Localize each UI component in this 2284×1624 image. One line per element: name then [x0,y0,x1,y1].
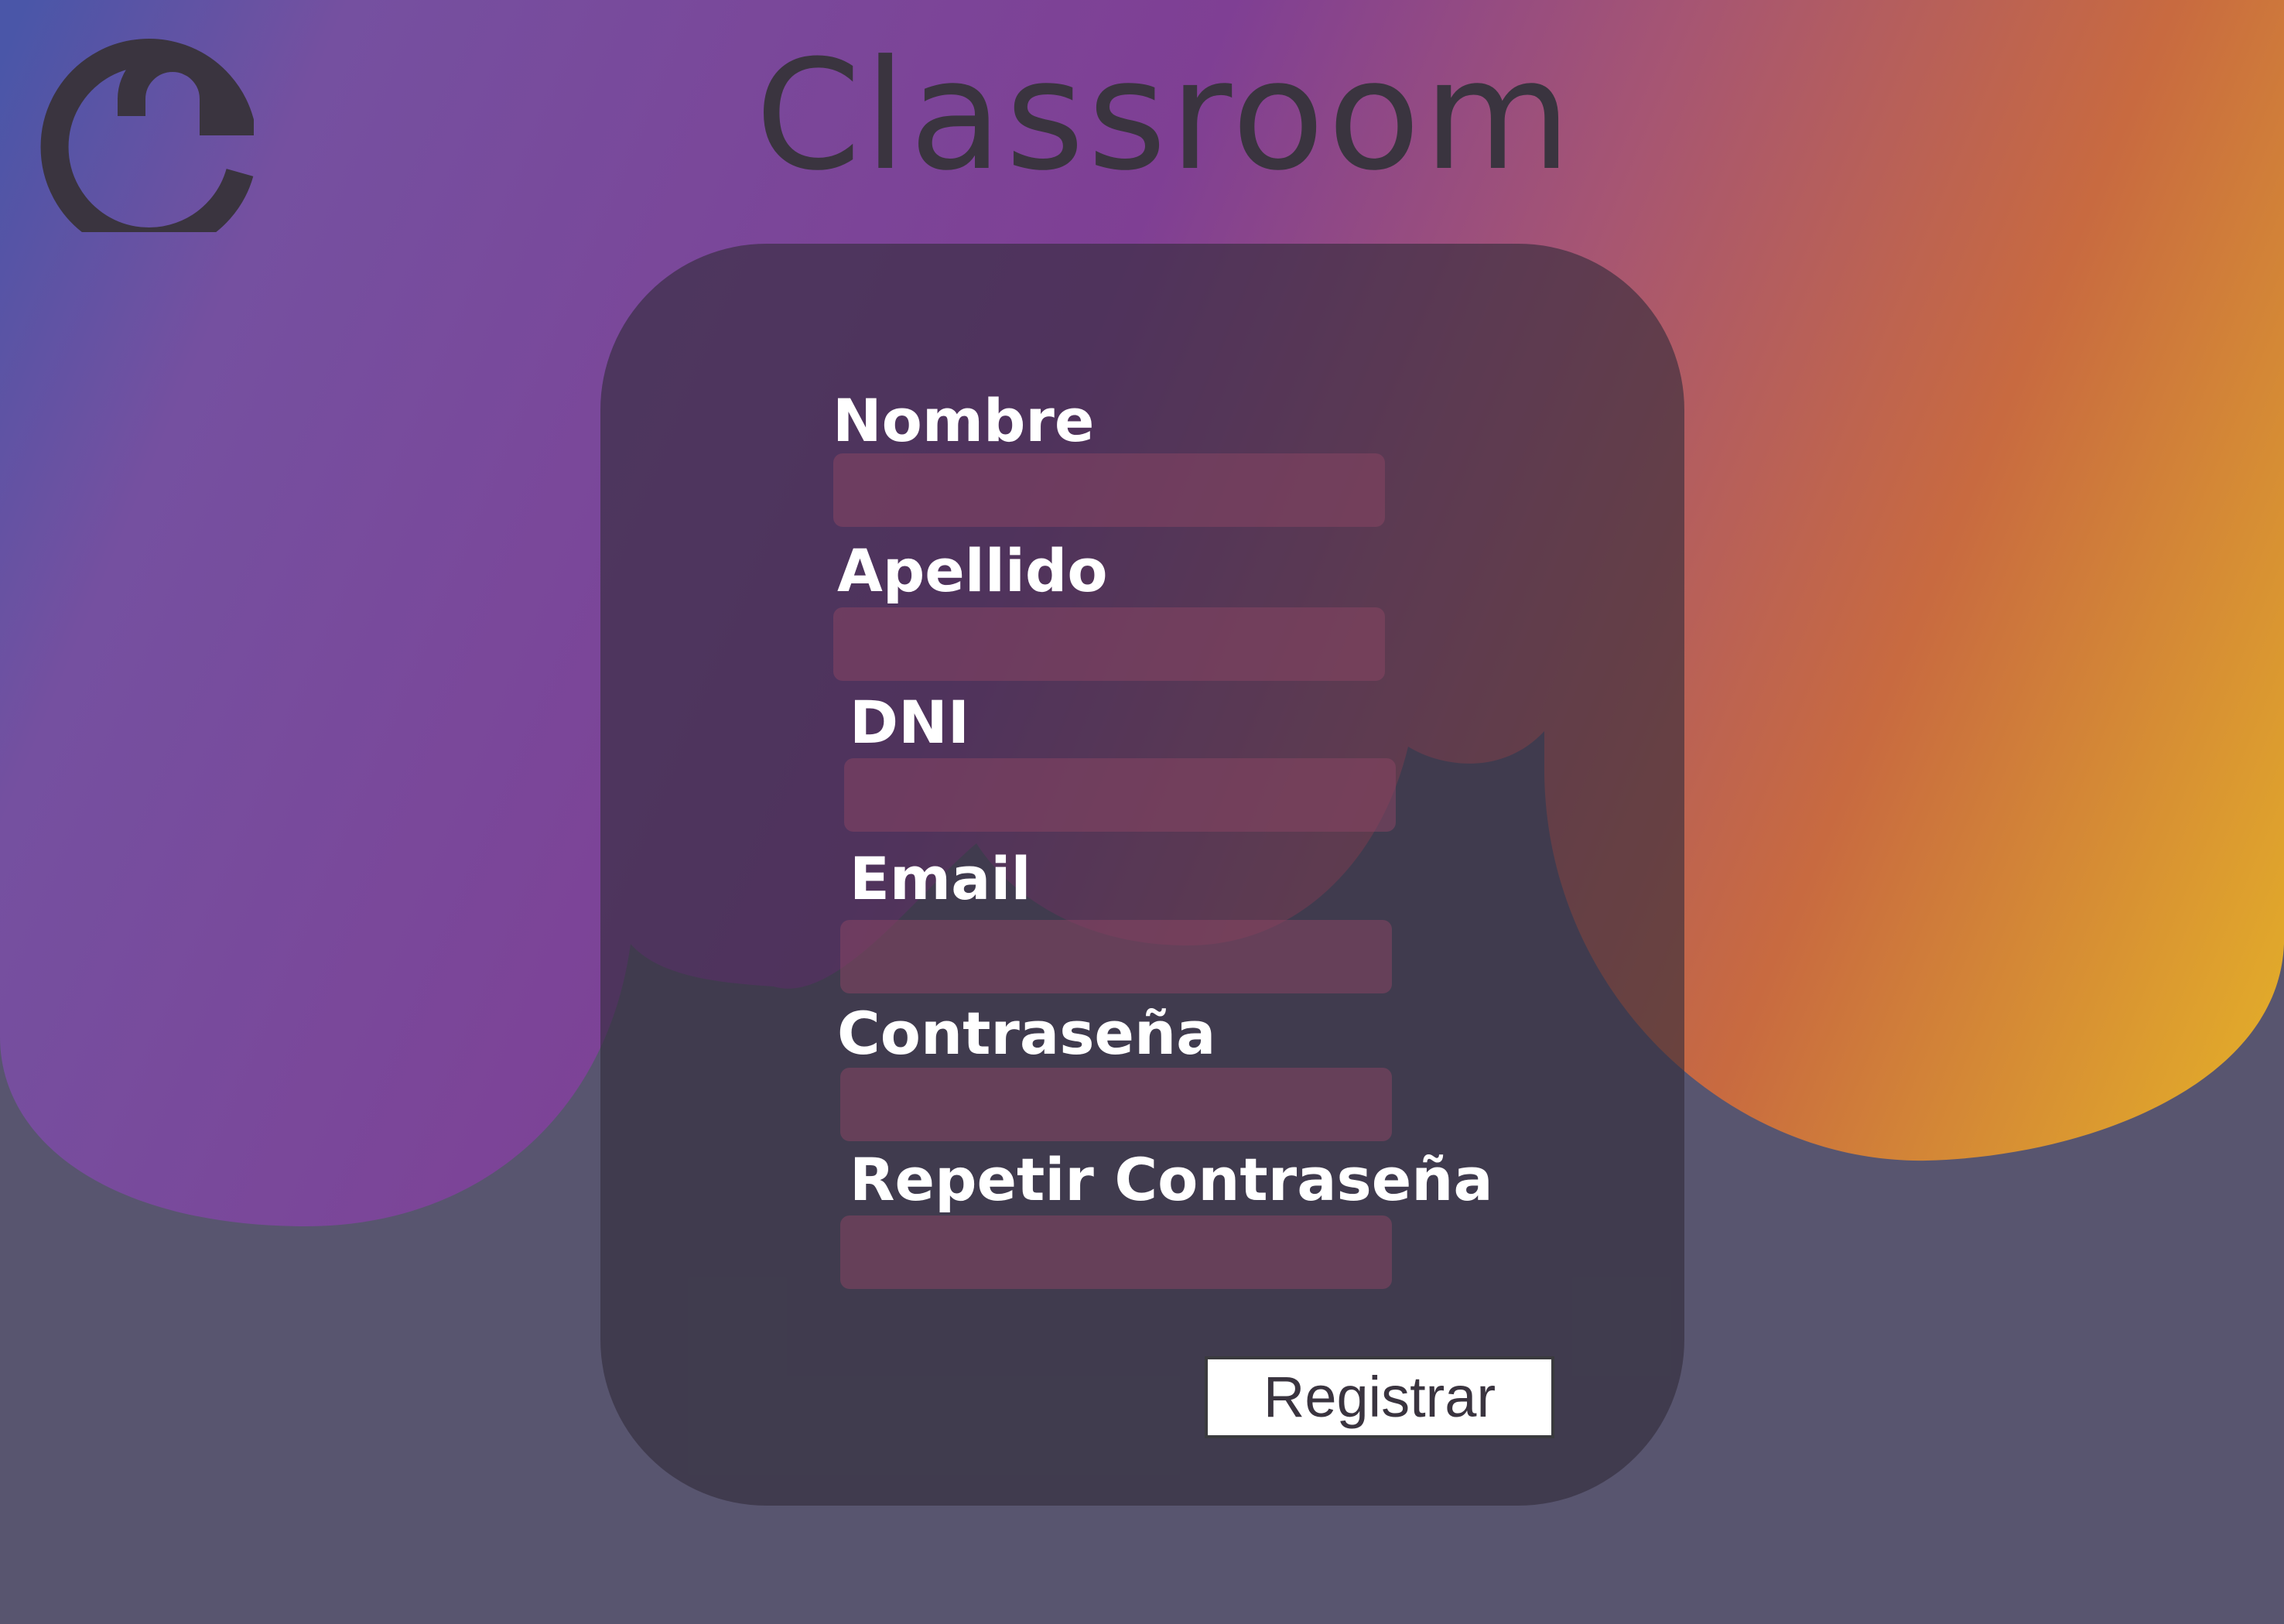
apellido-label: Apellido [837,536,1108,605]
registration-form-card [600,244,1684,1506]
dni-input[interactable] [844,758,1396,832]
contrasena-label: Contraseña [837,999,1216,1068]
page-title: Classroom [755,28,1575,204]
repetir-contrasena-input[interactable] [840,1215,1392,1289]
apellido-input[interactable] [833,607,1385,681]
contrasena-input[interactable] [840,1068,1392,1141]
dni-label: DNI [850,688,969,757]
email-input[interactable] [840,920,1392,993]
registrar-button[interactable]: Registrar [1205,1356,1554,1438]
repetir-contrasena-label: Repetir Contraseña [850,1145,1493,1214]
nombre-label: Nombre [833,386,1095,455]
nombre-input[interactable] [833,453,1385,527]
email-label: Email [850,844,1031,913]
spiral-logo-icon [40,39,254,232]
